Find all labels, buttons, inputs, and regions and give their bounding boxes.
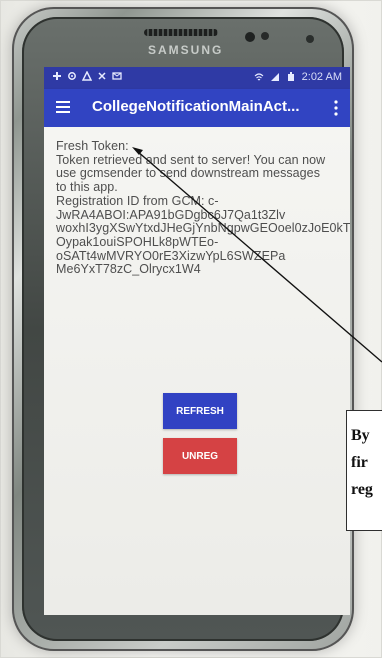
android-status-bar: 2:02 AM: [44, 67, 350, 89]
wifi-icon: [254, 72, 264, 82]
warning-icon: [82, 71, 92, 81]
front-camera-icon: [306, 35, 314, 43]
hamburger-menu-icon[interactable]: [55, 100, 71, 114]
unregister-button[interactable]: UNREG: [163, 438, 237, 474]
message-icon: [112, 71, 122, 81]
phone-bottom-bezel: [44, 615, 350, 649]
download-icon: [67, 71, 77, 81]
overflow-menu-icon[interactable]: [328, 97, 344, 119]
earpiece-speaker-icon: [144, 29, 218, 36]
notification-icons: [52, 71, 122, 81]
app-notification-icon: [52, 71, 62, 81]
app-title: CollegeNotificationMainAct...: [92, 98, 300, 115]
phone-screen: 2:02 AM CollegeNotificationMainAct... Fr…: [44, 67, 350, 615]
missed-call-icon: [97, 71, 107, 81]
token-message: Fresh Token: Token retrieved and sent to…: [56, 139, 350, 277]
phone-device: SAMSUNG 2:02 AM CollegeNotificationMainA…: [12, 7, 354, 651]
app-toolbar: CollegeNotificationMainAct...: [44, 89, 350, 127]
signal-icon: [270, 72, 280, 82]
system-status-icons: 2:02 AM: [254, 71, 342, 83]
photo-scene: SAMSUNG 2:02 AM CollegeNotificationMainA…: [0, 0, 382, 658]
front-sensor-icon: [245, 32, 255, 42]
proximity-sensor-icon: [261, 32, 269, 40]
annotation-callout: By fir reg: [346, 410, 382, 531]
annotation-text: By fir reg: [351, 427, 373, 498]
device-brand-label: SAMSUNG: [148, 43, 224, 57]
battery-icon: [286, 72, 296, 82]
app-content: Fresh Token: Token retrieved and sent to…: [44, 127, 350, 615]
refresh-button[interactable]: REFRESH: [163, 393, 237, 429]
status-time: 2:02 AM: [301, 71, 342, 83]
